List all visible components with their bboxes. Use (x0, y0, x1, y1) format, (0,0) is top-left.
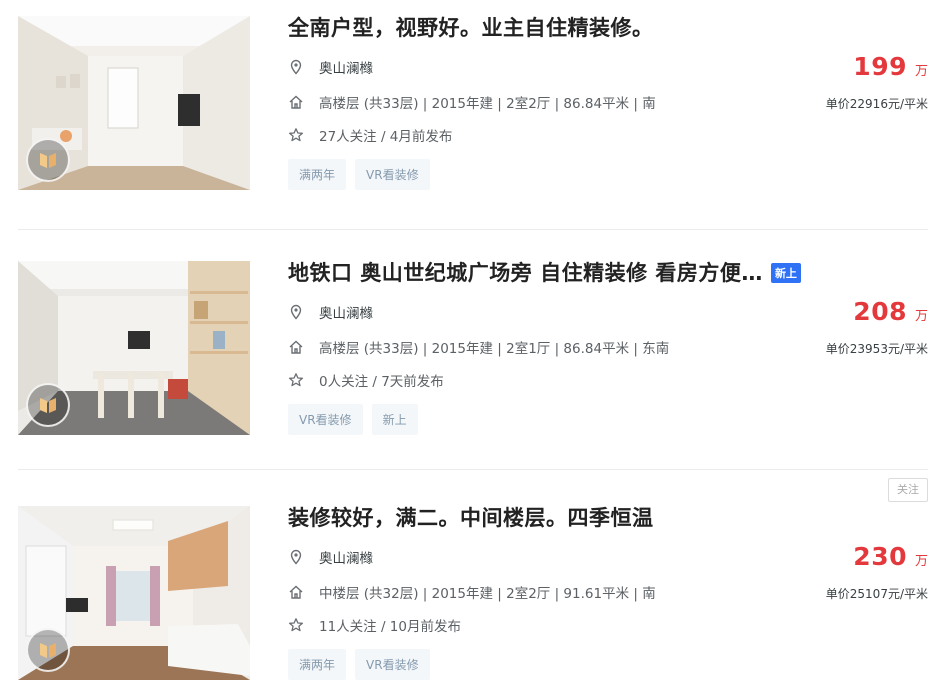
price-unit: 万 (914, 554, 928, 569)
house-info-row: 中楼层 (共32层) | 2015年建 | 2室2厅 | 91.61平米 | 南 (288, 582, 656, 602)
total-price: 199 万 (853, 52, 928, 81)
listing-photo[interactable] (18, 261, 250, 435)
location-pin-icon (288, 549, 304, 565)
new-badge: 新上 (770, 263, 801, 283)
vr-icon[interactable] (26, 383, 70, 427)
tag-list: 满两年 VR看装修 (288, 649, 430, 680)
house-info-text: 高楼层 (共33层) | 2015年建 | 2室1厅 | 86.84平米 | 东… (319, 341, 670, 357)
location-pin-icon (288, 59, 304, 75)
house-info-row: 高楼层 (共33层) | 2015年建 | 2室1厅 | 86.84平米 | 东… (288, 337, 669, 357)
follow-info-text: 0人关注 / 7天前发布 (319, 374, 444, 390)
listing-card[interactable]: 全南户型，视野好。业主自住精装修。 奥山澜橼 高楼层 (共33层) | 2015… (0, 0, 951, 230)
tag: 新上 (371, 404, 418, 435)
tag: 满两年 (288, 649, 347, 680)
price-unit: 万 (914, 309, 928, 324)
listing-photo[interactable] (18, 506, 250, 680)
follow-info-row: 11人关注 / 10月前发布 (288, 615, 461, 635)
price-unit: 万 (914, 64, 928, 79)
unit-price: 单价25107元/平米 (825, 587, 928, 601)
tag-list: VR看装修 新上 (288, 404, 418, 435)
community-row: 奥山澜橼 (288, 302, 373, 322)
listing-title[interactable]: 装修较好，满二。中间楼层。四季恒温 (288, 502, 654, 532)
vr-icon[interactable] (26, 138, 70, 182)
listing-title[interactable]: 地铁口 奥山世纪城广场旁 自住精装修 看房方便… 新上 (288, 257, 801, 287)
star-icon (288, 127, 304, 143)
vr-icon[interactable] (26, 628, 70, 672)
tag: VR看装修 (355, 159, 430, 190)
house-info-row: 高楼层 (共33层) | 2015年建 | 2室2厅 | 86.84平米 | 南 (288, 92, 656, 112)
follow-info-row: 0人关注 / 7天前发布 (288, 370, 444, 390)
unit-price: 单价23953元/平米 (825, 342, 928, 356)
community-link[interactable]: 奥山澜橼 (319, 547, 373, 567)
community-row: 奥山澜橼 (288, 57, 373, 77)
unit-price: 单价22916元/平米 (825, 97, 928, 111)
tag: VR看装修 (288, 404, 363, 435)
follow-button[interactable]: 关注 (888, 478, 928, 502)
price-value: 199 (853, 52, 907, 81)
follow-info-text: 11人关注 / 10月前发布 (319, 619, 461, 635)
follow-info-row: 27人关注 / 4月前发布 (288, 125, 452, 145)
divider (18, 469, 928, 470)
house-info-text: 高楼层 (共33层) | 2015年建 | 2室2厅 | 86.84平米 | 南 (319, 96, 656, 112)
house-icon (288, 584, 304, 600)
divider (18, 229, 928, 230)
listing-card[interactable]: 关注 装修较好，满二。中间楼层。四季恒温 奥山澜橼 中楼层 (共32层) | 2… (0, 478, 951, 697)
total-price: 230 万 (853, 542, 928, 571)
community-row: 奥山澜橼 (288, 547, 373, 567)
community-link[interactable]: 奥山澜橼 (319, 302, 373, 322)
price-value: 230 (853, 542, 907, 571)
house-icon (288, 94, 304, 110)
price-value: 208 (853, 297, 907, 326)
tag-list: 满两年 VR看装修 (288, 159, 430, 190)
tag: VR看装修 (355, 649, 430, 680)
listing-card[interactable]: 地铁口 奥山世纪城广场旁 自住精装修 看房方便… 新上 奥山澜橼 高楼层 (共33… (0, 245, 951, 470)
house-icon (288, 339, 304, 355)
community-link[interactable]: 奥山澜橼 (319, 57, 373, 77)
star-icon (288, 617, 304, 633)
listing-photo[interactable] (18, 16, 250, 190)
location-pin-icon (288, 304, 304, 320)
star-icon (288, 372, 304, 388)
house-info-text: 中楼层 (共32层) | 2015年建 | 2室2厅 | 91.61平米 | 南 (319, 586, 656, 602)
tag: 满两年 (288, 159, 347, 190)
total-price: 208 万 (853, 297, 928, 326)
follow-info-text: 27人关注 / 4月前发布 (319, 129, 453, 145)
listing-title[interactable]: 全南户型，视野好。业主自住精装修。 (288, 12, 654, 42)
